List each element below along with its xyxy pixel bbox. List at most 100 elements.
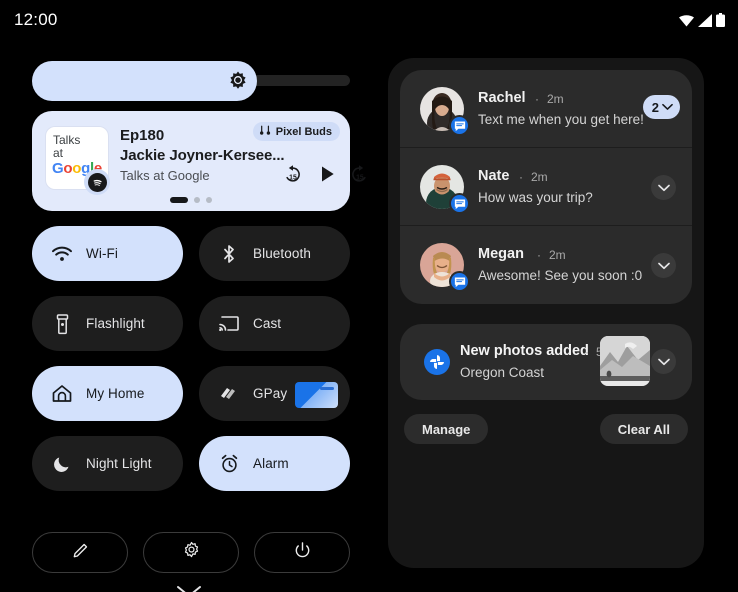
brightness-fill: [32, 61, 257, 101]
expand-notification-button[interactable]: [651, 349, 676, 374]
media-output-label: Pixel Buds: [275, 125, 332, 138]
tile-label: GPay: [253, 386, 288, 401]
home-icon: [52, 384, 72, 404]
notification-separator: ·: [537, 248, 541, 262]
notification-row[interactable]: Megan · 2m Awesome! See you soon :0: [400, 226, 692, 304]
notification-time: 2m: [547, 92, 564, 106]
photos-notification-title: New photos added: [460, 343, 589, 359]
notification-separator: ·: [519, 170, 523, 184]
page-dot: [194, 197, 200, 203]
battery-icon: [716, 13, 725, 27]
tile-bluetooth[interactable]: Bluetooth: [199, 226, 350, 281]
notification-time: 2m: [531, 170, 548, 184]
svg-text:15: 15: [289, 175, 297, 182]
notification-separator: ·: [585, 345, 589, 359]
svg-text:15: 15: [356, 175, 364, 182]
tile-row: Flashlight Cast: [32, 296, 350, 351]
clear-all-button[interactable]: Clear All: [599, 414, 688, 444]
status-bar-clock: 12:00: [14, 10, 58, 29]
notification-row[interactable]: Nate · 2m How was your trip?: [400, 148, 692, 226]
media-title: Jackie Joyner-Kersee...: [120, 147, 285, 164]
notification-time: 2m: [549, 248, 566, 262]
notification-actions: Manage Clear All: [400, 414, 692, 444]
expand-notification-button[interactable]: [651, 175, 676, 200]
settings-button[interactable]: [143, 532, 239, 573]
tile-label: Night Light: [86, 456, 152, 471]
power-button[interactable]: [254, 532, 350, 573]
tile-label: Bluetooth: [253, 246, 311, 261]
gpay-icon: [219, 384, 239, 404]
wifi-icon: [52, 244, 72, 264]
notification-row[interactable]: Rachel · 2m Text me when you get here! 2: [400, 70, 692, 148]
signal-icon: [698, 13, 713, 27]
expand-notification-button[interactable]: [651, 253, 676, 278]
flashlight-icon: [52, 313, 72, 334]
media-player-card[interactable]: Talks at Google Ep180 Jackie Joyner-Kers…: [32, 111, 366, 211]
tile-cast[interactable]: Cast: [199, 296, 350, 351]
media-episode: Ep180: [120, 127, 165, 144]
power-icon: [293, 541, 312, 565]
page-dot: [206, 197, 212, 203]
gear-icon: [182, 541, 201, 565]
brightness-slider[interactable]: [32, 61, 350, 101]
cast-icon: [219, 314, 239, 334]
notification-group-count[interactable]: 2: [642, 95, 680, 119]
album-art-line2: at: [53, 146, 64, 160]
tile-night-light[interactable]: Night Light: [32, 436, 183, 491]
payment-card-thumb: [295, 382, 338, 408]
media-app-name: Talks at Google: [120, 168, 210, 183]
tile-row: My Home GPay: [32, 366, 350, 421]
notification-message: Text me when you get here!: [478, 112, 644, 127]
messages-icon: [449, 115, 470, 136]
chevron-down-icon: [657, 179, 670, 197]
play-icon[interactable]: [316, 163, 338, 185]
collapse-shade-button[interactable]: [174, 585, 204, 592]
bluetooth-icon: [219, 244, 239, 264]
tile-label: Wi-Fi: [86, 246, 118, 261]
tile-wifi[interactable]: Wi-Fi: [32, 226, 183, 281]
chevron-down-icon: [176, 585, 202, 592]
android-quick-settings-screen: 12:00 Talks at Googl Ep180 Jackie Joyner…: [0, 0, 738, 592]
media-page-indicator: [170, 197, 212, 203]
photos-notification-subtitle: Oregon Coast: [460, 365, 545, 380]
tile-row: Wi-Fi Bluetooth: [32, 226, 350, 281]
chevron-down-icon: [657, 353, 670, 371]
brightness-icon: [227, 70, 249, 92]
page-dot-active: [170, 197, 188, 203]
tile-label: Alarm: [253, 456, 289, 471]
chevron-down-icon: [657, 257, 670, 275]
tile-my-home[interactable]: My Home: [32, 366, 183, 421]
conversation-notification-group: Rachel · 2m Text me when you get here! 2: [400, 70, 692, 304]
clear-all-label: Clear All: [617, 421, 670, 437]
notification-message: Awesome! See you soon :0: [478, 268, 643, 283]
wifi-icon: [678, 14, 695, 27]
media-output-chip[interactable]: Pixel Buds: [252, 122, 340, 141]
earbuds-icon: [259, 123, 272, 141]
messages-icon: [449, 271, 470, 292]
moon-icon: [52, 454, 72, 474]
messages-icon: [449, 193, 470, 214]
notification-shade: Rachel · 2m Text me when you get here! 2: [388, 58, 704, 568]
tile-gpay[interactable]: GPay: [199, 366, 350, 421]
tile-label: My Home: [86, 386, 145, 401]
tile-flashlight[interactable]: Flashlight: [32, 296, 183, 351]
manage-notifications-button[interactable]: Manage: [404, 414, 489, 444]
forward-15-icon[interactable]: 15: [348, 163, 370, 185]
tile-label: Flashlight: [86, 316, 145, 331]
alarm-icon: [219, 454, 239, 474]
chevron-down-icon: [662, 98, 673, 116]
tile-alarm[interactable]: Alarm: [199, 436, 350, 491]
tile-label: Cast: [253, 316, 282, 331]
photo-thumbnail: [600, 336, 650, 386]
google-photos-icon: [424, 349, 450, 375]
tile-row: Night Light Alarm: [32, 436, 350, 491]
replay-15-icon[interactable]: 15: [282, 163, 304, 185]
spotify-icon: [84, 169, 110, 195]
manage-label: Manage: [422, 421, 471, 437]
quick-settings-tiles: Wi-Fi Bluetooth Flashlight Cast My Home …: [32, 226, 350, 506]
status-bar-icons: [678, 10, 725, 30]
notification-separator: ·: [535, 92, 539, 106]
photos-notification[interactable]: New photos added · 5m Oregon Coast: [400, 324, 692, 400]
edit-button[interactable]: [32, 532, 128, 573]
pencil-icon: [71, 541, 90, 565]
